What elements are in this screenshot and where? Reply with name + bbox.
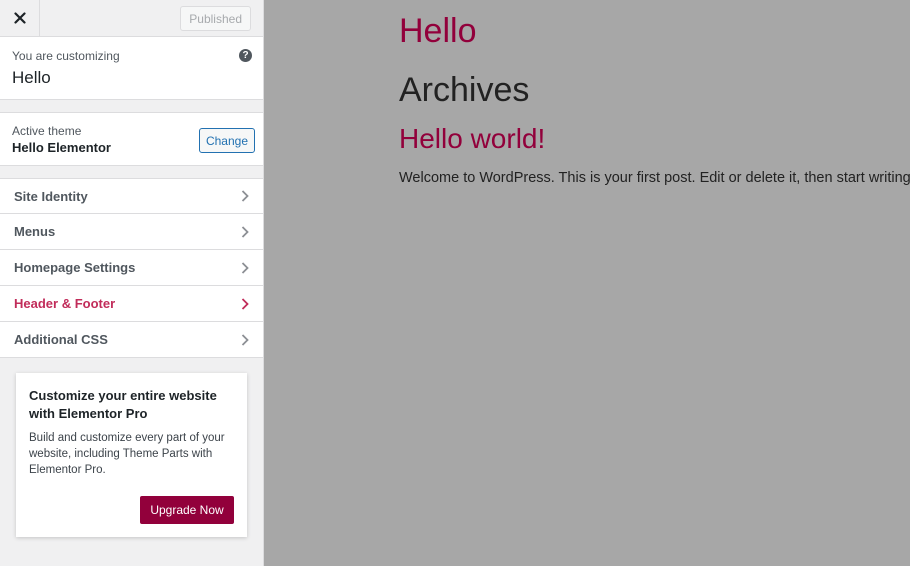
close-button[interactable]	[0, 0, 40, 36]
chevron-right-icon	[241, 190, 249, 202]
published-button[interactable]: Published	[180, 6, 251, 31]
menu-item-label: Menus	[14, 224, 56, 239]
promo-title: Customize your entire website with Eleme…	[29, 388, 217, 421]
menu-item-label: Site Identity	[14, 188, 88, 204]
chevron-right-icon	[241, 261, 249, 274]
help-icon[interactable]: ?	[239, 49, 252, 62]
upgrade-now-button[interactable]: Upgrade Now	[140, 496, 234, 524]
menu-item-homepage-settings[interactable]: Homepage Settings	[0, 250, 263, 286]
chevron-right-icon	[241, 225, 249, 238]
customizer-sidebar: Published You are customizing Hello ? Ac…	[0, 0, 264, 566]
menu-item-site-identity[interactable]: Site Identity	[0, 178, 263, 214]
menu-item-additional-css[interactable]: Additional CSS	[0, 322, 263, 358]
customizing-info: You are customizing Hello ?	[0, 37, 263, 100]
elementor-pro-promo: Customize your entire website with Eleme…	[16, 373, 247, 537]
customizer-header: Published	[0, 0, 263, 37]
menu-item-label: Homepage Settings	[14, 260, 136, 275]
customizer-menu: Site Identity Menus Homepage Settings He…	[0, 178, 263, 358]
close-icon	[13, 12, 26, 24]
chevron-right-icon	[241, 333, 249, 346]
site-title-link[interactable]: Hello	[399, 12, 476, 51]
active-theme-section: Active theme Hello Elementor Change	[0, 112, 263, 166]
site-preview: Hello Archives Hello world! Welcome to W…	[264, 0, 910, 566]
post-excerpt: Welcome to WordPress. This is your first…	[399, 170, 910, 186]
change-theme-button[interactable]: Change	[199, 128, 255, 153]
archives-heading: Archives	[399, 71, 530, 109]
menu-item-label: Header & Footer	[14, 296, 116, 311]
post-title-link[interactable]: Hello world!	[399, 123, 545, 155]
customizing-label: You are customizing	[12, 49, 120, 63]
chevron-right-icon	[241, 297, 249, 310]
menu-item-header-footer[interactable]: Header & Footer	[0, 286, 263, 322]
promo-description: Build and customize every part of your w…	[29, 432, 225, 476]
site-name: Hello	[12, 68, 51, 87]
menu-item-label: Additional CSS	[14, 332, 108, 347]
menu-item-menus[interactable]: Menus	[0, 214, 263, 250]
